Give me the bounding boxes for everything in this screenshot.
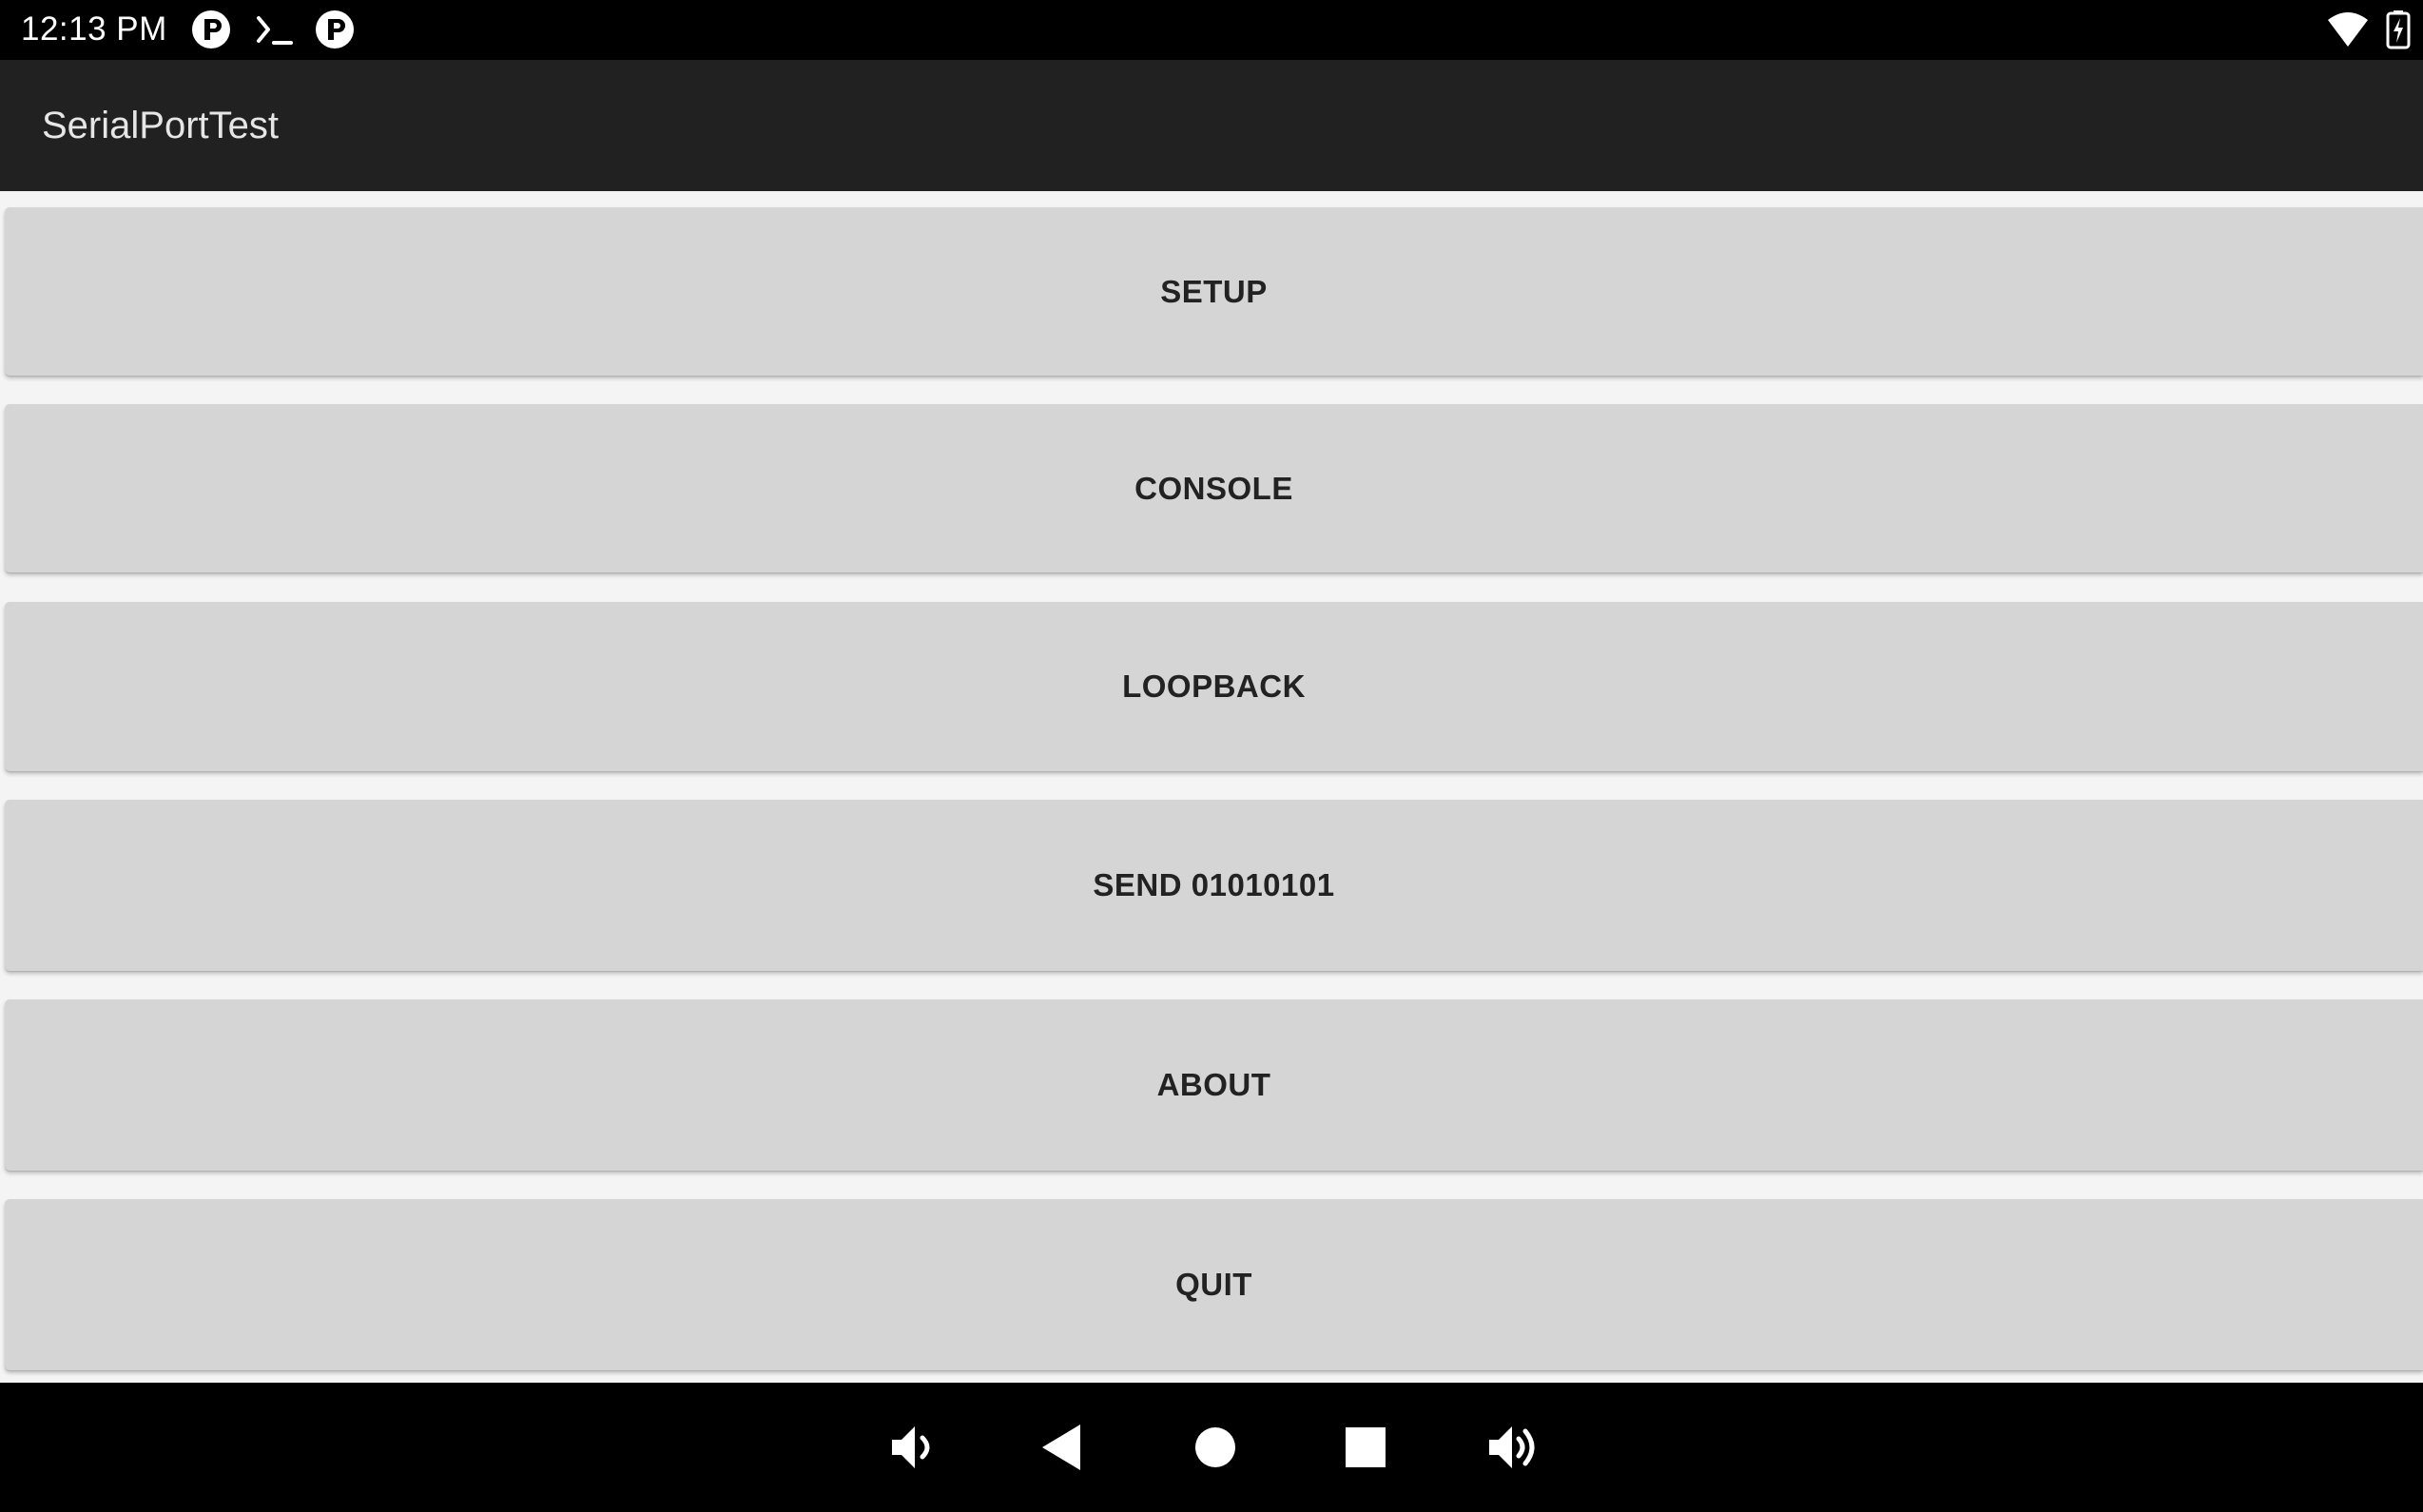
back-icon[interactable] bbox=[1035, 1419, 1092, 1476]
status-bar: 12:13 PM bbox=[0, 0, 2423, 60]
recents-icon[interactable] bbox=[1337, 1419, 1394, 1476]
about-button[interactable]: ABOUT bbox=[5, 999, 2423, 1171]
quit-button-label: QUIT bbox=[1175, 1267, 1252, 1302]
app-title: SerialPortTest bbox=[42, 105, 279, 146]
navigation-bar bbox=[0, 1383, 2423, 1512]
send-01010101-button-label: SEND 01010101 bbox=[1093, 867, 1335, 902]
button-list: SETUP CONSOLE LOOPBACK SEND 01010101 ABO… bbox=[0, 191, 2423, 1383]
status-time: 12:13 PM bbox=[21, 10, 167, 48]
quit-button[interactable]: QUIT bbox=[5, 1199, 2423, 1370]
console-button-label: CONSOLE bbox=[1134, 470, 1293, 506]
console-button[interactable]: CONSOLE bbox=[5, 404, 2423, 572]
loopback-button[interactable]: LOOPBACK bbox=[5, 602, 2423, 771]
volume-up-icon[interactable] bbox=[1485, 1419, 1542, 1476]
setup-button[interactable]: SETUP bbox=[5, 207, 2423, 376]
send-01010101-button[interactable]: SEND 01010101 bbox=[5, 800, 2423, 971]
p-circle-icon bbox=[192, 10, 230, 48]
wifi-icon bbox=[2328, 12, 2368, 47]
p-circle-icon bbox=[316, 10, 354, 48]
home-icon[interactable] bbox=[1187, 1419, 1244, 1476]
app-bar: SerialPortTest bbox=[0, 60, 2423, 191]
volume-down-icon[interactable] bbox=[886, 1419, 943, 1476]
loopback-button-label: LOOPBACK bbox=[1122, 669, 1306, 704]
battery-charging-icon bbox=[2386, 10, 2411, 49]
terminal-icon bbox=[257, 16, 293, 45]
setup-button-label: SETUP bbox=[1160, 273, 1268, 309]
screen: 12:13 PM SerialPortTest SETUP CONSOLE LO… bbox=[0, 0, 2423, 1512]
about-button-label: ABOUT bbox=[1156, 1067, 1271, 1102]
